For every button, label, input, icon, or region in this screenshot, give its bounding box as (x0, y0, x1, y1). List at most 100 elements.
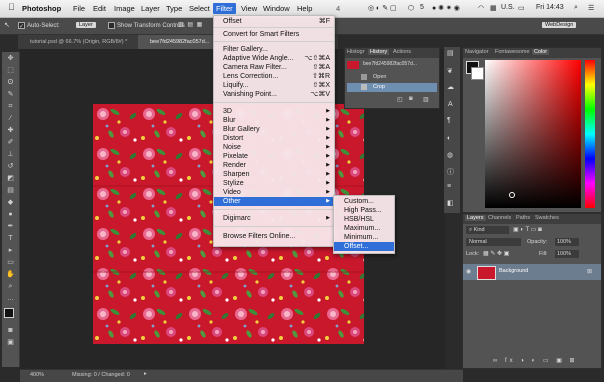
menu-help[interactable]: Help (297, 4, 312, 13)
color-picker-field[interactable] (485, 60, 581, 208)
menu-item-distort[interactable]: Distort ▶ (214, 134, 334, 143)
tab-tutorial-psd[interactable]: tutorial.psd @ 66.7% (Origin, RGB/8#) * (18, 35, 148, 49)
menu-item-liquify[interactable]: Liquify... ⇧⌘X (214, 81, 334, 90)
foreground-color-swatch[interactable] (4, 308, 14, 318)
menu-item-browse-filters-online[interactable]: Browse Filters Online... (214, 232, 334, 241)
tab-actions[interactable]: Actions (393, 49, 411, 55)
menu-item-camera-raw[interactable]: Camera Raw Filter... ⇧⌘A (214, 63, 334, 72)
gradient-tool-icon[interactable]: ▤ (5, 186, 16, 196)
zoom-level[interactable]: 400% (30, 372, 44, 378)
align-icons[interactable]: ▥ ▤ ▦ (178, 21, 203, 28)
tab-history[interactable]: History (368, 49, 390, 55)
menu-item-sharpen[interactable]: Sharpen ▶ (214, 170, 334, 179)
color-picker-cursor[interactable] (509, 192, 515, 198)
info-dock-icon[interactable]: ⓘ (447, 167, 454, 177)
layer-filter-icons[interactable]: ▣ ◐ T ▭ ◙ (513, 226, 542, 233)
tab-histogram[interactable]: Histogr (347, 49, 364, 55)
auto-select-dropdown[interactable]: Layer (76, 22, 96, 28)
menu-filter[interactable]: Filter (213, 3, 236, 14)
marquee-tool-icon[interactable]: ⬚ (5, 66, 16, 76)
tab-fontawesome[interactable]: Fontawesome (495, 49, 530, 55)
move-tool-icon[interactable]: ↖ (4, 21, 10, 29)
menu-item-render[interactable]: Render ▶ (214, 161, 334, 170)
menu-window[interactable]: Window (263, 4, 290, 13)
history-snapshot-icon[interactable]: ◰ (397, 96, 403, 103)
menu-item-offset[interactable]: Offset ⌘F (214, 17, 334, 26)
auto-select-toggle[interactable]: ✓ Auto-Select: (18, 22, 60, 30)
spotlight-icon[interactable]: ⌕ (574, 4, 578, 12)
menu-photoshop[interactable]: Photoshop (22, 4, 61, 13)
adjustments-dock-icon[interactable]: ◐ (447, 135, 451, 142)
menu-item-stylize[interactable]: Stylize ▶ (214, 179, 334, 188)
history-dock-icon[interactable]: ▤ (447, 49, 454, 57)
menu-item-blur[interactable]: Blur ▶ (214, 116, 334, 125)
menu-item-digimarc[interactable]: Digimarc ▶ (214, 214, 334, 223)
menu-item-blur-gallery[interactable]: Blur Gallery ▶ (214, 125, 334, 134)
background-swatch[interactable] (471, 67, 484, 80)
tab-channels[interactable]: Channels (488, 215, 511, 221)
hue-slider[interactable] (585, 60, 595, 208)
menu-layer[interactable]: Layer (141, 4, 160, 13)
properties-dock-icon[interactable]: ≡ (447, 183, 451, 190)
hand-tool-icon[interactable]: ✋ (5, 270, 16, 280)
tab-paths[interactable]: Paths (516, 215, 530, 221)
camera-icon[interactable]: ◙ (409, 96, 413, 102)
history-snapshot[interactable]: bee7fd245982fac057d... (347, 60, 437, 70)
submenu-item-offset[interactable]: Offset... (334, 242, 394, 251)
paragraph-dock-icon[interactable]: ¶ (447, 117, 451, 124)
blur-tool-icon[interactable]: ◆ (5, 198, 16, 208)
eraser-tool-icon[interactable]: ◩ (5, 174, 16, 184)
menu-item-3d[interactable]: 3D ▶ (214, 107, 334, 116)
pen-tool-icon[interactable]: ✒ (5, 222, 16, 232)
menu-view[interactable]: View (241, 4, 257, 13)
flag-icon[interactable]: ▦ (490, 4, 497, 12)
menu-item-lens-correction[interactable]: Lens Correction... ⇧⌘R (214, 72, 334, 81)
shape-tool-icon[interactable]: ▭ (5, 258, 16, 268)
lasso-tool-icon[interactable]: ʘ (5, 78, 16, 88)
tray-misc-icons[interactable]: ● ✺ ✷ ◉ (432, 4, 460, 12)
menu-file[interactable]: File (73, 4, 85, 13)
submenu-item-custom[interactable]: Custom... (334, 197, 394, 206)
transform-controls-toggle[interactable]: Show Transform Controls (108, 22, 185, 29)
zoom-tool-icon[interactable]: ⌕ (5, 282, 16, 292)
auto-select-checkbox[interactable]: ✓ (18, 22, 25, 30)
wifi-icon[interactable]: ◠ (478, 4, 484, 12)
submenu-item-minimum[interactable]: Minimum... (334, 233, 394, 242)
menu-item-vanishing-point[interactable]: Vanishing Point... ⌥⌘V (214, 90, 334, 99)
character-dock-icon[interactable]: A (448, 101, 453, 108)
opacity-field[interactable]: 100% (555, 238, 579, 246)
menu-item-pixelate[interactable]: Pixelate ▶ (214, 152, 334, 161)
menu-item-noise[interactable]: Noise ▶ (214, 143, 334, 152)
screen-mode-icon[interactable]: ▣ (5, 338, 16, 348)
tab-swatches[interactable]: Swatches (535, 215, 559, 221)
menu-edit[interactable]: Edit (93, 4, 106, 13)
trash-icon[interactable]: ▥ (423, 96, 429, 103)
history-brush-tool-icon[interactable]: ↺ (5, 162, 16, 172)
dropbox-icon[interactable]: ⬡ (408, 4, 414, 12)
menubar-clock[interactable]: Fri 14:43 (536, 4, 564, 11)
submenu-item-high-pass[interactable]: High Pass... (334, 206, 394, 215)
history-state-crop[interactable]: Crop (347, 83, 437, 92)
layer-filter-kind[interactable]: ⌕ Kind (466, 226, 509, 234)
path-select-tool-icon[interactable]: ▸ (5, 246, 16, 256)
apple-icon[interactable]:  (8, 2, 15, 12)
notification-center-icon[interactable]: ☰ (588, 4, 594, 12)
input-source[interactable]: U.S. (501, 4, 515, 11)
brush-dock-icon[interactable]: ❦ (447, 67, 453, 75)
tray-icons[interactable]: ◎ ◐ ✎ ▢ (368, 4, 397, 12)
workspace-switcher[interactable]: WebDesign (542, 22, 577, 28)
menu-type[interactable]: Type (166, 4, 182, 13)
blend-mode-select[interactable]: Normal (466, 238, 521, 246)
submenu-item-maximum[interactable]: Maximum... (334, 224, 394, 233)
menu-item-adaptive-wide-angle[interactable]: Adaptive Wide Angle... ⌥⇧⌘A (214, 54, 334, 63)
channels-dock-icon[interactable]: ◧ (447, 199, 454, 207)
styles-dock-icon[interactable]: ◍ (447, 151, 453, 159)
menu-select[interactable]: Select (189, 4, 210, 13)
menu-item-convert-smart-filters[interactable]: Convert for Smart Filters (214, 30, 334, 39)
healing-tool-icon[interactable]: ✚ (5, 126, 16, 136)
transform-controls-checkbox[interactable] (108, 22, 115, 29)
mixer-dock-icon[interactable]: ☁ (447, 83, 454, 91)
stamp-tool-icon[interactable]: ⊥ (5, 150, 16, 160)
menu-item-filter-gallery[interactable]: Filter Gallery... (214, 45, 334, 54)
layer-name[interactable]: Background (499, 268, 528, 274)
